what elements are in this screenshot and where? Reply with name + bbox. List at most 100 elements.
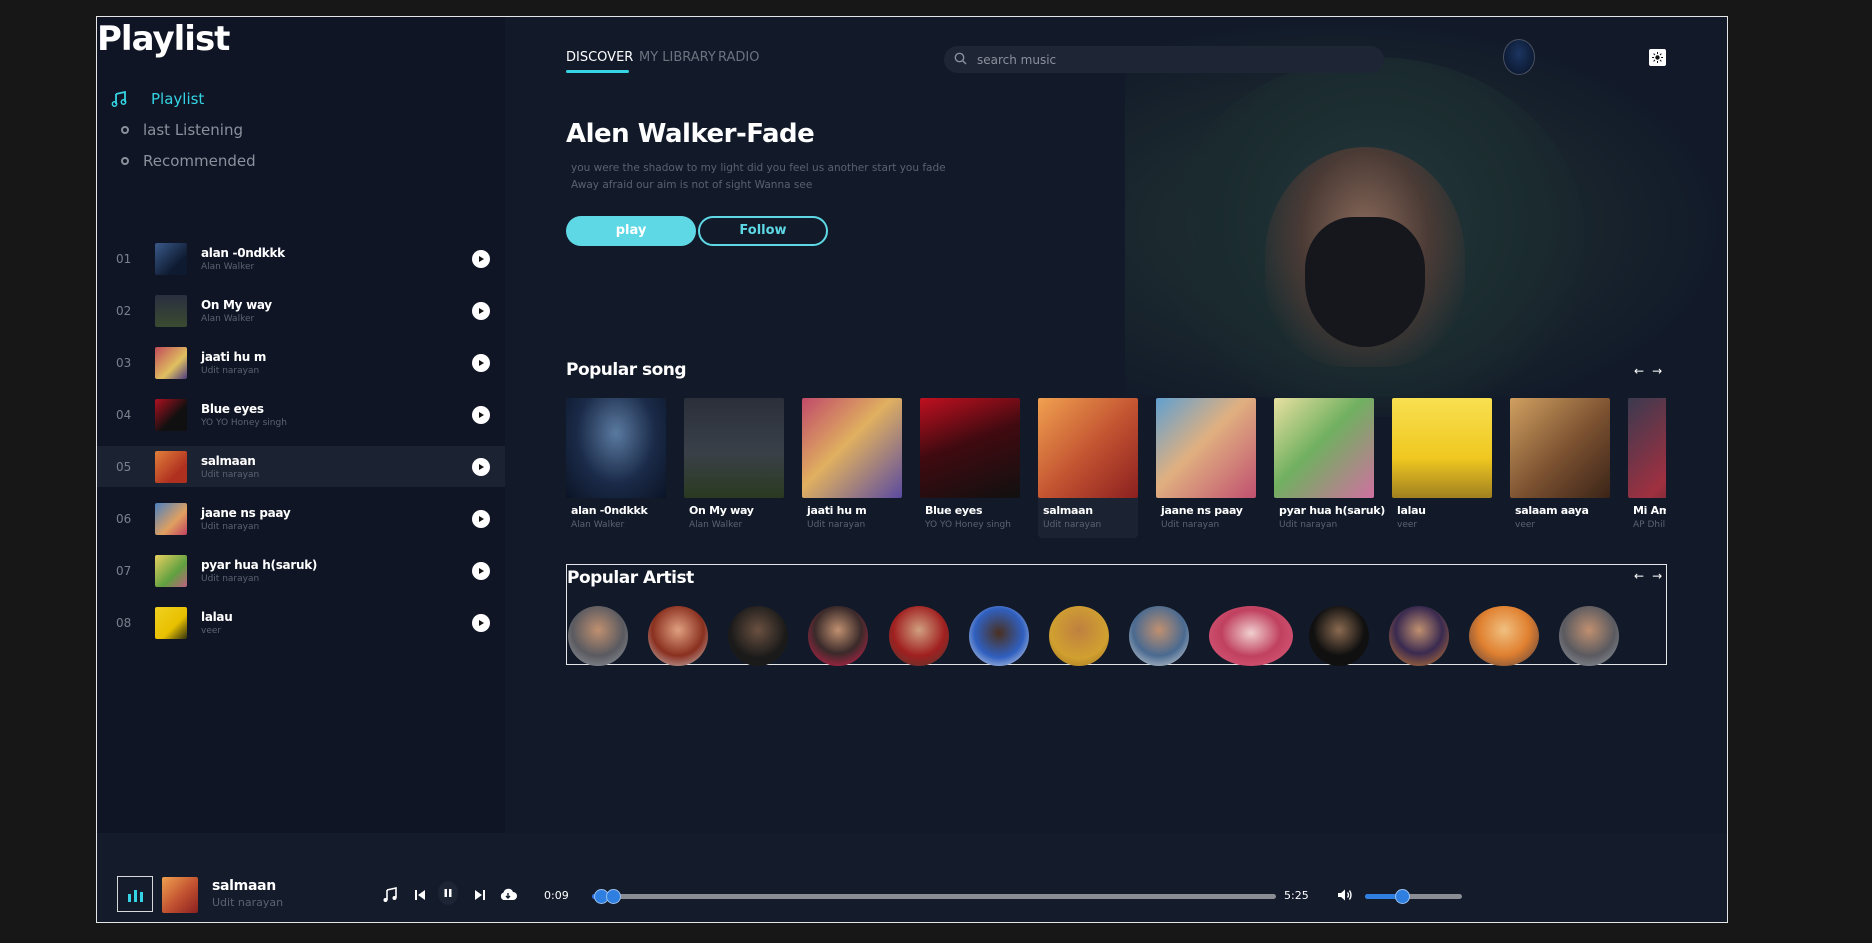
- song-card[interactable]: jaati hu m Udit narayan: [802, 398, 902, 538]
- tab-radio[interactable]: RADIO: [718, 50, 759, 65]
- track-artist: Udit narayan: [201, 573, 260, 584]
- track-row[interactable]: 02 On My way Alan Walker: [97, 290, 505, 331]
- equalizer-icon[interactable]: [117, 876, 153, 912]
- app-title: Playlist: [97, 19, 230, 59]
- previous-icon[interactable]: [410, 885, 430, 905]
- track-title: On My way: [201, 297, 272, 312]
- song-artist: AP Dhillon: [1633, 520, 1666, 530]
- play-icon[interactable]: [472, 613, 490, 632]
- track-number: 07: [116, 563, 132, 578]
- seek-knob[interactable]: [606, 889, 621, 904]
- play-icon[interactable]: [472, 509, 490, 528]
- song-title: On My way: [689, 504, 754, 517]
- artist-avatar[interactable]: [1209, 606, 1293, 666]
- popular-artist-title: Popular Artist: [567, 568, 694, 588]
- track-number: 01: [116, 251, 132, 266]
- song-card[interactable]: alan -0ndkkk Alan Walker: [566, 398, 666, 538]
- song-artist: veer: [1515, 520, 1536, 530]
- track-row-active[interactable]: 05 salmaan Udit narayan: [97, 446, 505, 487]
- player-bar: salmaan Udit narayan 0:09 5:25: [97, 833, 1727, 922]
- track-row[interactable]: 07 pyar hua h(saruk) Udit narayan: [97, 550, 505, 591]
- track-row[interactable]: 01 alan -0ndkkk Alan Walker: [97, 238, 505, 279]
- song-card[interactable]: jaane ns paay Udit narayan: [1156, 398, 1256, 538]
- duration: 5:25: [1284, 889, 1309, 902]
- track-thumbnail: [155, 502, 187, 535]
- song-card[interactable]: lalau veer: [1392, 398, 1492, 538]
- artist-avatar[interactable]: [1049, 606, 1109, 666]
- track-artist: veer: [201, 625, 222, 636]
- song-card-active[interactable]: salmaan Udit narayan: [1038, 398, 1138, 538]
- pause-button[interactable]: [438, 881, 458, 905]
- track-row[interactable]: 08 lalau veer: [97, 602, 505, 643]
- seek-bar[interactable]: [592, 889, 1276, 904]
- volume-knob[interactable]: [1395, 889, 1410, 904]
- song-cover: [1156, 398, 1256, 498]
- sidebar-item-recommended[interactable]: Recommended: [111, 152, 256, 170]
- song-card[interactable]: salaam aaya veer: [1510, 398, 1610, 538]
- arrow-left-icon[interactable]: ←: [1634, 364, 1644, 378]
- song-card[interactable]: Mi Amor AP Dhillon: [1628, 398, 1666, 538]
- arrow-right-icon[interactable]: →: [1652, 569, 1662, 583]
- track-title: lalau: [201, 609, 233, 624]
- play-icon[interactable]: [472, 405, 490, 424]
- artist-avatar[interactable]: [1469, 606, 1539, 666]
- track-row[interactable]: 03 jaati hu m Udit narayan: [97, 342, 505, 383]
- sidebar-item-last-listening[interactable]: last Listening: [111, 121, 243, 139]
- play-icon[interactable]: [472, 301, 490, 320]
- artist-avatar[interactable]: [808, 606, 868, 666]
- song-card[interactable]: pyar hua h(saruk) Udit narayan: [1274, 398, 1385, 538]
- artist-avatar[interactable]: [969, 606, 1029, 666]
- popular-song-arrows: ← →: [1634, 364, 1662, 378]
- artist-avatar[interactable]: [1129, 606, 1189, 666]
- music-note-icon[interactable]: [380, 885, 400, 905]
- tab-discover[interactable]: DISCOVER: [566, 50, 633, 65]
- play-icon[interactable]: [472, 353, 490, 372]
- track-title: jaati hu m: [201, 349, 267, 364]
- pause-icon: [438, 881, 458, 905]
- song-card[interactable]: On My way Alan Walker: [684, 398, 784, 538]
- volume-icon[interactable]: [1335, 885, 1355, 905]
- artist-avatar[interactable]: [889, 606, 949, 666]
- track-title: salmaan: [201, 453, 256, 468]
- artist-avatar[interactable]: [568, 606, 628, 666]
- track-number: 04: [116, 407, 132, 422]
- track-row[interactable]: 06 jaane ns paay Udit narayan: [97, 498, 505, 539]
- next-icon[interactable]: [470, 885, 490, 905]
- popular-artist-arrows: ← →: [1634, 569, 1662, 583]
- track-row[interactable]: 04 Blue eyes YO YO Honey singh: [97, 394, 505, 435]
- download-icon[interactable]: [498, 885, 518, 905]
- play-icon[interactable]: [472, 249, 490, 268]
- sidebar-item-playlist[interactable]: Playlist: [111, 90, 204, 108]
- now-playing-artist: Udit narayan: [212, 896, 284, 909]
- song-artist: Alan Walker: [571, 520, 625, 530]
- artist-avatar[interactable]: [728, 606, 788, 666]
- arrow-left-icon[interactable]: ←: [1634, 569, 1644, 583]
- search-input[interactable]: [977, 52, 1357, 67]
- artist-avatar[interactable]: [648, 606, 708, 666]
- avatar[interactable]: [1503, 39, 1535, 75]
- song-card[interactable]: Blue eyes YO YO Honey singh: [920, 398, 1020, 538]
- artist-avatar[interactable]: [1309, 606, 1369, 666]
- track-thumbnail: [155, 294, 187, 327]
- play-button[interactable]: play: [566, 216, 696, 246]
- song-cover: [1392, 398, 1492, 498]
- song-title: alan -0ndkkk: [571, 504, 648, 517]
- bullet-icon: [121, 126, 129, 134]
- song-title: Blue eyes: [925, 504, 983, 517]
- follow-button[interactable]: Follow: [698, 216, 828, 246]
- track-artist: YO YO Honey singh: [201, 417, 287, 428]
- artist-avatar[interactable]: [1389, 606, 1449, 666]
- song-title: pyar hua h(saruk): [1279, 504, 1385, 517]
- play-icon[interactable]: [472, 561, 490, 580]
- theme-icon[interactable]: [1649, 49, 1666, 66]
- arrow-right-icon[interactable]: →: [1652, 364, 1662, 378]
- track-thumbnail: [155, 554, 187, 587]
- track-number: 06: [116, 511, 132, 526]
- volume-slider[interactable]: [1365, 889, 1462, 904]
- artist-avatar[interactable]: [1559, 606, 1619, 666]
- track-number: 05: [116, 459, 132, 474]
- tab-underline: [566, 70, 629, 73]
- play-icon[interactable]: [472, 457, 490, 476]
- tab-my-library[interactable]: MY LIBRARY: [639, 50, 716, 65]
- song-title: salaam aaya: [1515, 504, 1589, 517]
